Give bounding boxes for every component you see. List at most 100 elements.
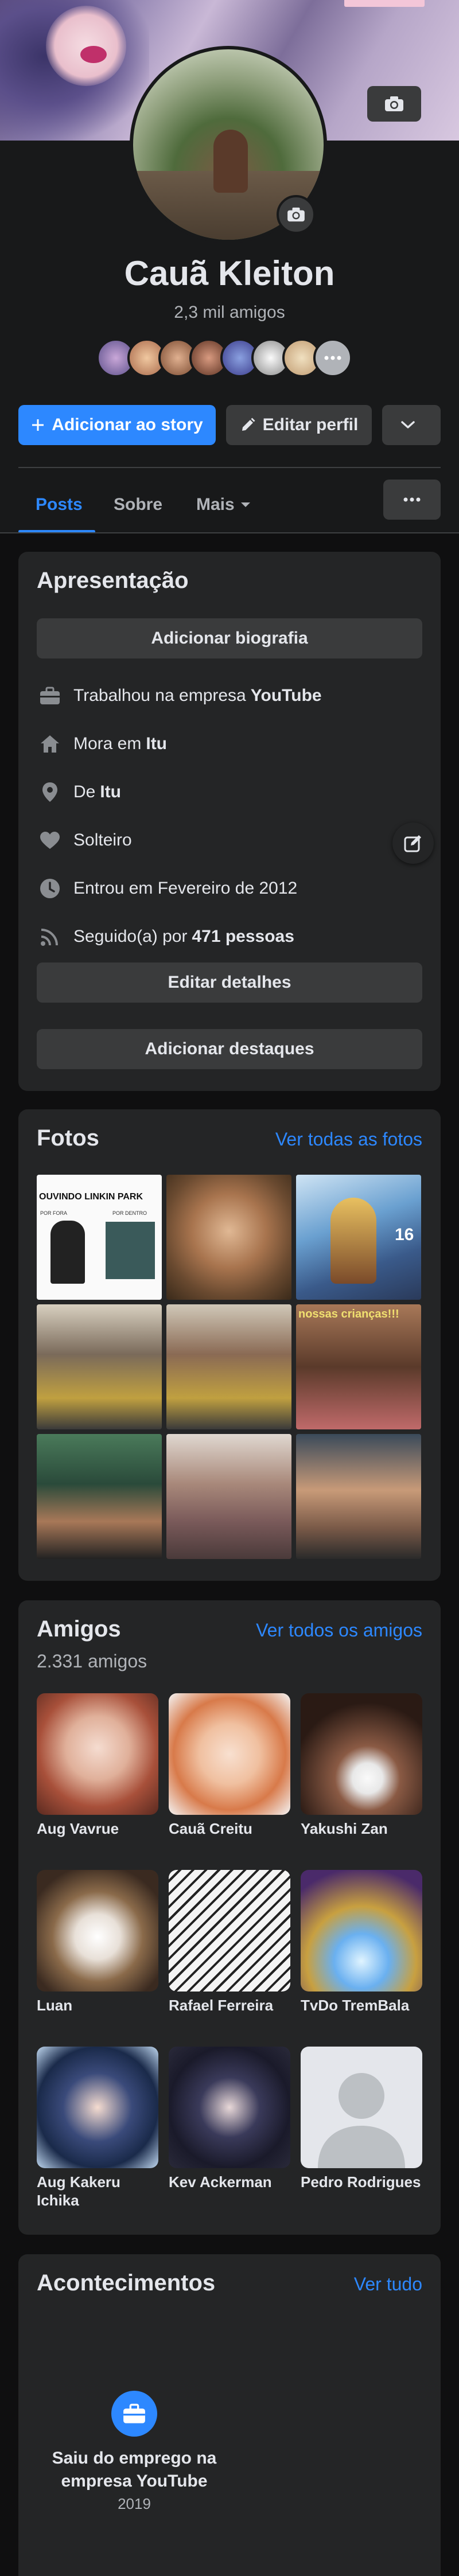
friend-photo[interactable] (169, 1693, 290, 1815)
edit-intro-button[interactable] (392, 823, 434, 864)
friend-name[interactable]: Luan (37, 1996, 162, 2014)
friend-name[interactable]: Cauã Creitu (169, 1819, 294, 1838)
photo-thumb[interactable] (166, 1434, 291, 1559)
intro-work-value[interactable]: YouTube (251, 686, 322, 706)
add-story-label: Adicionar ao story (52, 415, 203, 434)
photo-thumb[interactable] (296, 1434, 421, 1559)
cover-art-strip (344, 0, 425, 7)
see-all-photos-link[interactable]: Ver todas as fotos (241, 1129, 422, 1150)
cover-art-eye (80, 46, 107, 63)
tab-about[interactable]: Sobre (114, 476, 162, 533)
photo-caption-top: OUVINDO LINKIN PARK (39, 1192, 143, 1202)
friend-photo[interactable] (301, 2047, 422, 2168)
see-all-events-link[interactable]: Ver tudo (287, 2274, 422, 2295)
more-friends-button[interactable] (313, 338, 352, 377)
rss-followers-icon (37, 923, 63, 950)
intro-followers: Seguido(a) por 471 pessoas (37, 923, 294, 950)
intro-relationship: Solteiro (37, 827, 132, 854)
friend-photo[interactable] (37, 1870, 158, 1992)
photo-thumb[interactable]: 16 (296, 1175, 421, 1300)
photo-figure (330, 1198, 376, 1284)
intro-joined: Entrou em Fevereiro de 2012 (37, 875, 297, 902)
tab-more-label: Mais (196, 495, 235, 514)
intro-relationship-value: Solteiro (73, 831, 132, 849)
tabs-options-button[interactable] (383, 480, 441, 520)
events-card (18, 2254, 441, 2576)
photo-caption-left: POR FORA (40, 1210, 68, 1216)
friend-photo[interactable] (301, 1693, 422, 1815)
more-dots-icon (324, 356, 341, 360)
profile-friend-count[interactable]: 2,3 mil amigos (0, 303, 459, 322)
friend-name[interactable]: Yakushi Zan (301, 1819, 426, 1838)
camera-icon (385, 96, 403, 111)
edit-avatar-camera-button[interactable] (277, 195, 316, 234)
intro-followers-prefix: Seguido(a) por (73, 927, 188, 946)
add-bio-button[interactable]: Adicionar biografia (37, 618, 422, 658)
event-work-icon-badge (111, 2391, 157, 2437)
intro-from-value[interactable]: Itu (100, 782, 121, 802)
intro-from-prefix: De (73, 782, 96, 801)
intro-work-prefix: Trabalhou na empresa (73, 686, 246, 705)
more-dots-icon (403, 497, 421, 502)
intro-lives: Mora em Itu (37, 731, 167, 757)
divider (18, 467, 441, 468)
add-story-button[interactable]: Adicionar ao story (18, 405, 216, 445)
profile-name: Cauã Kleiton (124, 254, 335, 293)
default-avatar-icon (318, 2073, 405, 2168)
profile-tabs: Posts Sobre Mais (18, 476, 441, 533)
edit-profile-label: Editar perfil (262, 415, 359, 434)
photo-number: 16 (395, 1225, 414, 1244)
friend-photo[interactable] (169, 2047, 290, 2168)
friend-name[interactable]: Rafael Ferreira (169, 1996, 294, 2014)
friend-photo[interactable] (301, 1870, 422, 1992)
intro-joined-value: Entrou em Fevereiro de 2012 (73, 879, 298, 898)
friends-count: 2.331 amigos (37, 1651, 147, 1671)
tab-posts[interactable]: Posts (36, 476, 83, 533)
add-highlights-button[interactable]: Adicionar destaques (37, 1029, 422, 1069)
edit-square-icon (404, 835, 421, 852)
event-title[interactable]: Saiu do emprego na empresa YouTube (37, 2447, 232, 2493)
pencil-icon (242, 418, 255, 431)
photo-thumb[interactable] (166, 1175, 291, 1300)
friend-photo[interactable] (169, 1870, 290, 1992)
photo-thumb[interactable]: nossas crianças!!! (296, 1304, 421, 1429)
friend-name[interactable]: TvDo TremBala (301, 1996, 426, 2014)
briefcase-icon (123, 2403, 145, 2423)
photo-caption: nossas crianças!!! (298, 1308, 399, 1320)
briefcase-icon (37, 683, 63, 709)
friend-name[interactable]: Aug Kakeru Ichika (37, 2173, 162, 2209)
friends-title: Amigos (37, 1616, 121, 1642)
edit-cover-camera-button[interactable] (367, 86, 421, 122)
photo-thumb[interactable] (166, 1304, 291, 1429)
edit-profile-button[interactable]: Editar perfil (226, 405, 372, 445)
friend-name[interactable]: Kev Ackerman (169, 2173, 294, 2191)
mutual-friends-avatars[interactable] (96, 338, 352, 379)
plus-icon (32, 419, 44, 431)
intro-followers-value[interactable]: 471 pessoas (192, 927, 294, 946)
friend-photo[interactable] (37, 2047, 158, 2168)
edit-details-button[interactable]: Editar detalhes (37, 962, 422, 1003)
photo-thumb[interactable] (37, 1434, 162, 1559)
event-year: 2019 (118, 2495, 151, 2512)
location-pin-icon (37, 779, 63, 805)
see-all-friends-link[interactable]: Ver todos os amigos (218, 1620, 422, 1641)
home-icon (37, 731, 63, 757)
caret-down-icon (240, 502, 250, 507)
friend-name[interactable]: Aug Vavrue (37, 1819, 162, 1838)
friend-photo[interactable] (37, 1693, 158, 1815)
intro-lives-value[interactable]: Itu (146, 734, 167, 754)
friend-name[interactable]: Pedro Rodrigues (301, 2173, 426, 2191)
photo-thumb[interactable] (37, 1304, 162, 1429)
profile-more-button[interactable] (382, 405, 441, 445)
tab-more[interactable]: Mais (196, 476, 251, 533)
intro-title: Apresentação (37, 568, 189, 593)
photo-figure (50, 1221, 85, 1284)
intro-from: De Itu (37, 779, 121, 805)
photo-figure (106, 1222, 155, 1279)
events-title: Acontecimentos (37, 2270, 216, 2296)
intro-lives-prefix: Mora em (73, 734, 142, 753)
heart-icon (37, 827, 63, 854)
photo-thumb[interactable]: OUVINDO LINKIN PARK POR FORA POR DENTRO (37, 1175, 162, 1300)
avatar-photo-person (213, 130, 248, 193)
photo-caption-right: POR DENTRO (112, 1210, 147, 1216)
